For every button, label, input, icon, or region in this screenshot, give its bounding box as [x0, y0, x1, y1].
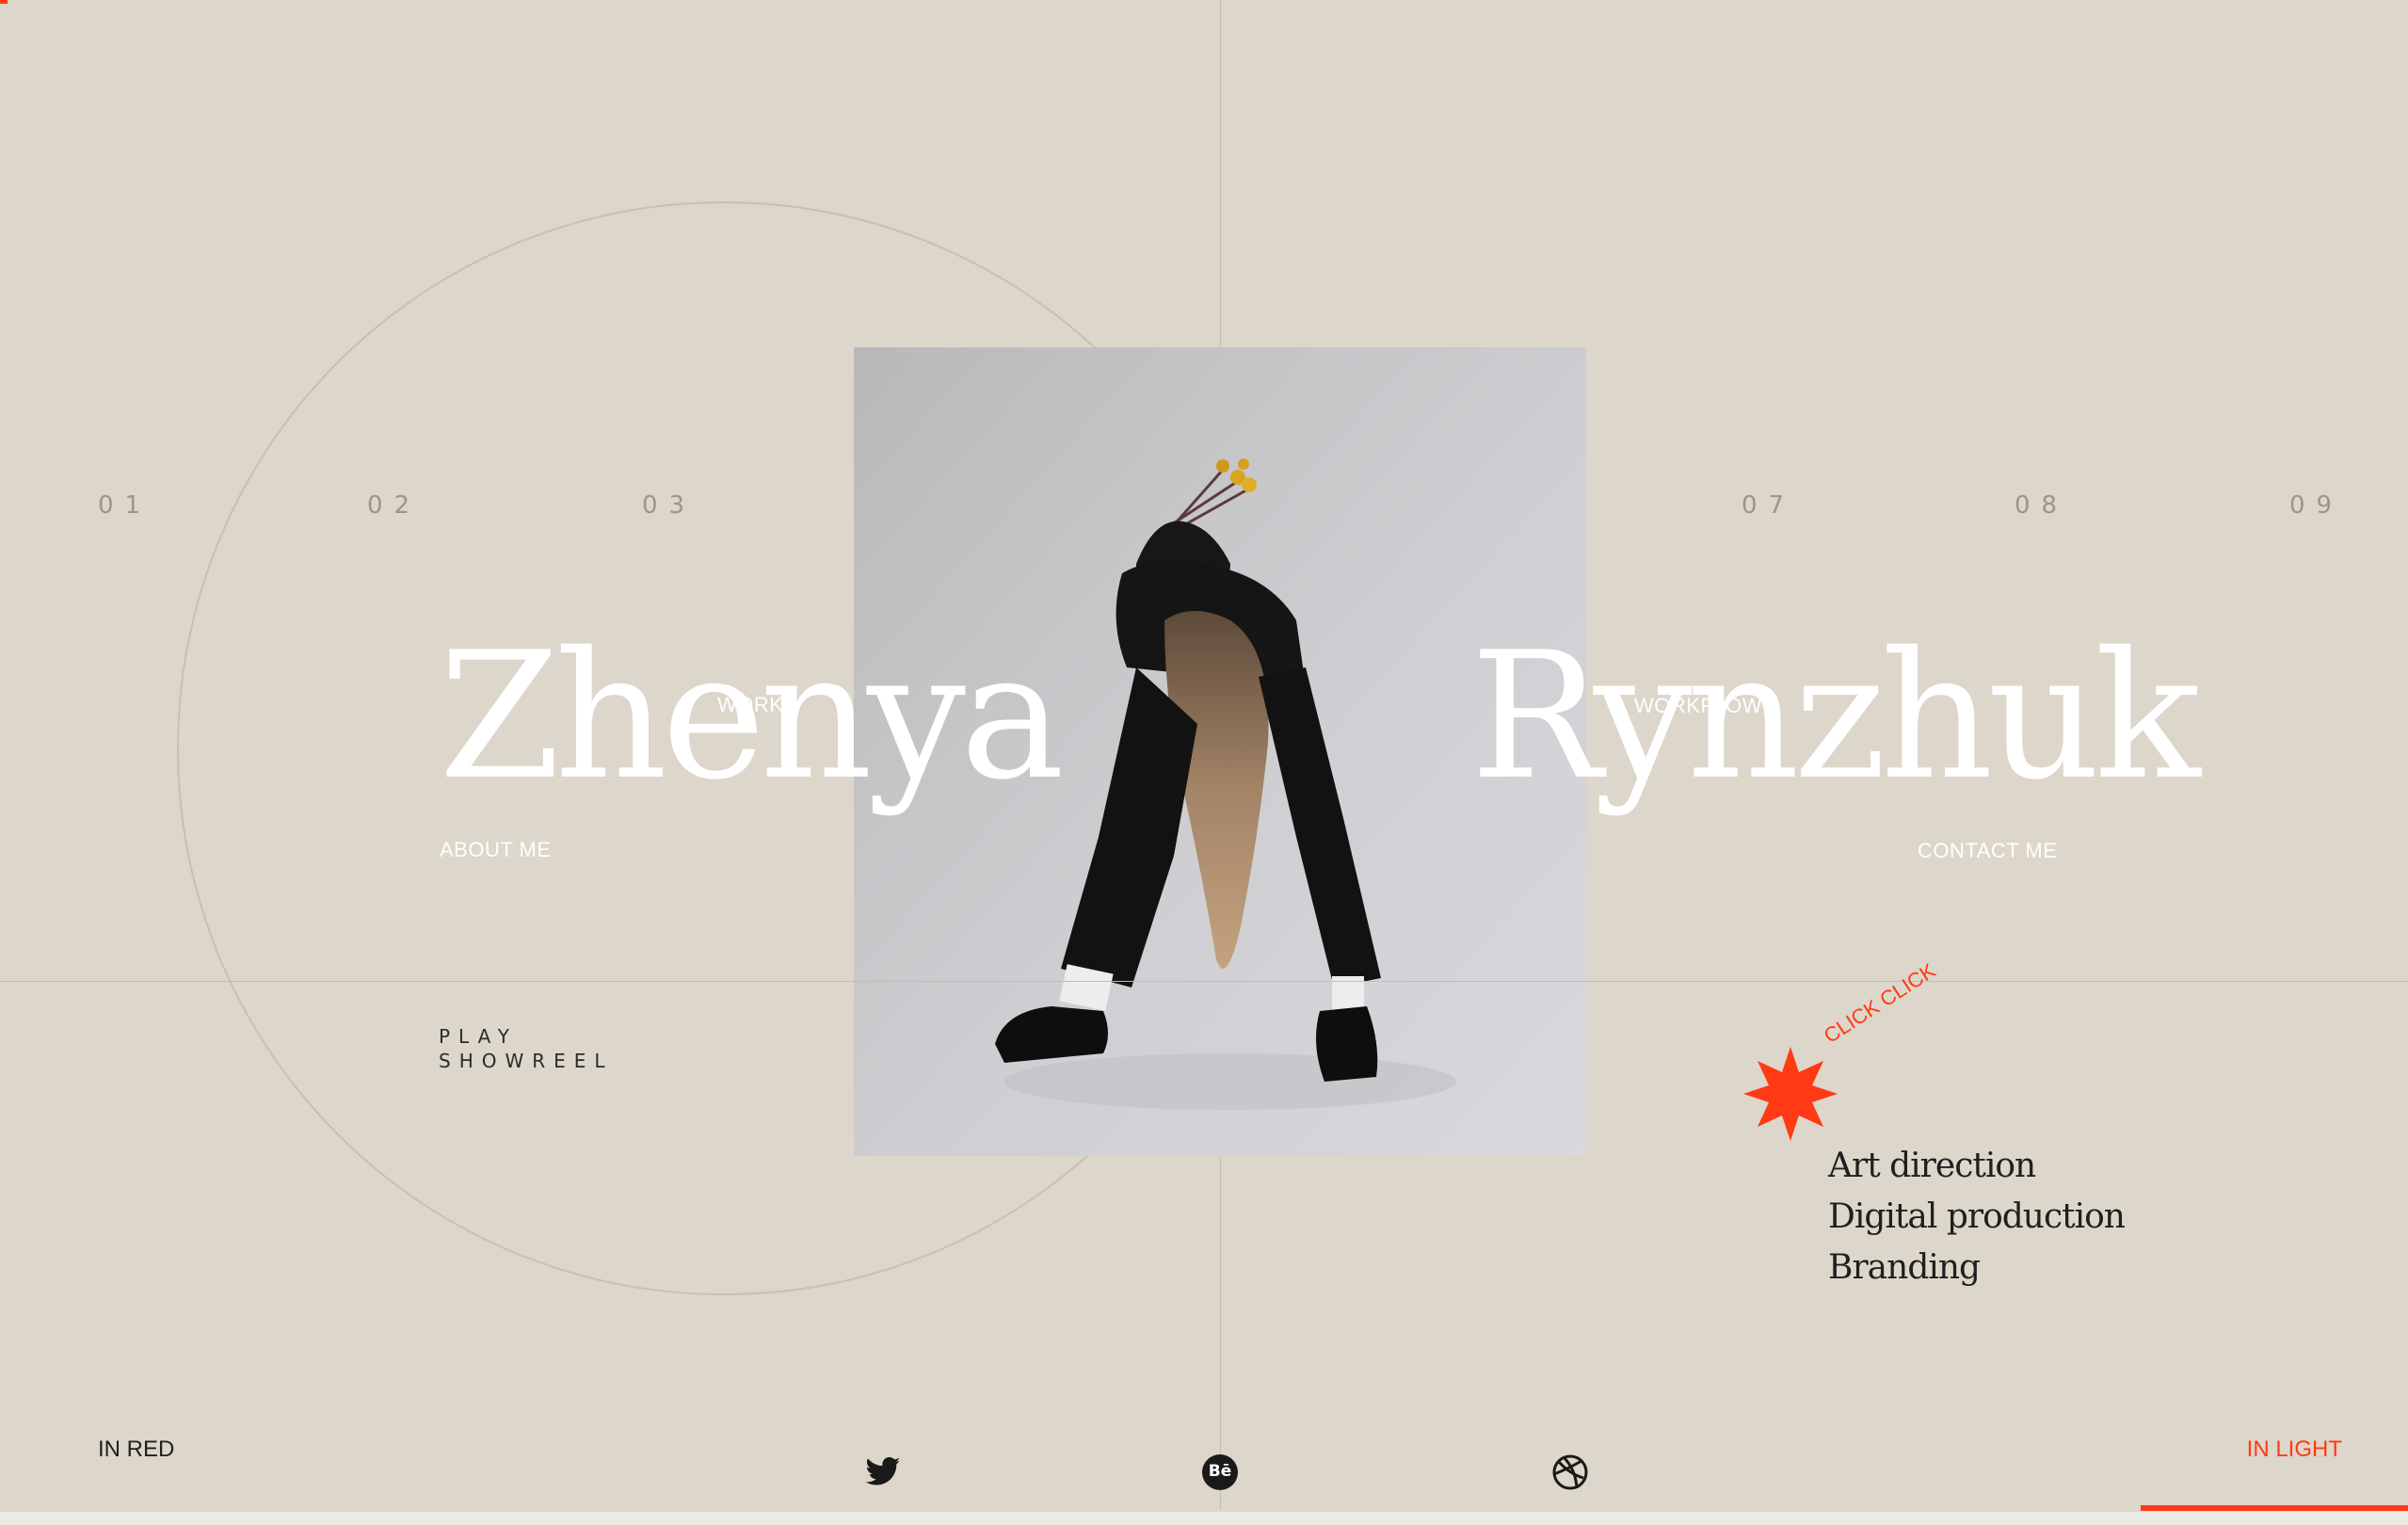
- click-click-label[interactable]: CLICK CLICK: [1820, 958, 1940, 1049]
- behance-icon[interactable]: Bē: [1201, 1453, 1239, 1491]
- nav-number-08[interactable]: 08: [2015, 491, 2068, 520]
- horizontal-divider: [0, 981, 2408, 982]
- contact-me-link[interactable]: CONTACT ME: [1918, 839, 2057, 863]
- workflow-link[interactable]: WORKFLOW: [1634, 694, 1762, 718]
- work-link[interactable]: WORK: [717, 693, 783, 717]
- nav-number-09[interactable]: 09: [2289, 491, 2343, 520]
- services-list: Art direction Digital production Brandin…: [1828, 1141, 2126, 1293]
- top-accent-bar: [0, 0, 8, 4]
- hero-last-name: Rynzhuk: [1470, 614, 2201, 818]
- twitter-icon[interactable]: [864, 1453, 902, 1491]
- bottom-scroll-track: [0, 1512, 2408, 1525]
- service-item: Branding: [1828, 1248, 1981, 1287]
- service-item: Digital production: [1828, 1197, 2126, 1236]
- bottom-progress-indicator: [2141, 1505, 2408, 1511]
- play-showreel-line2: SHOWREEL: [439, 1050, 614, 1072]
- nav-number-01[interactable]: 01: [98, 491, 152, 520]
- in-light-theme-toggle[interactable]: IN LIGHT: [2247, 1437, 2342, 1463]
- nav-number-07[interactable]: 07: [1742, 491, 1795, 520]
- play-showreel-line1: PLAY: [439, 1025, 519, 1048]
- play-showreel-button[interactable]: PLAY SHOWREEL: [439, 1024, 614, 1073]
- behance-icon-text: Bē: [1208, 1462, 1232, 1481]
- nav-number-03[interactable]: 03: [642, 491, 696, 520]
- about-me-link[interactable]: ABOUT ME: [440, 838, 552, 862]
- dribbble-icon[interactable]: [1551, 1453, 1589, 1491]
- service-item: Art direction: [1828, 1147, 2036, 1185]
- star-burst-icon[interactable]: [1742, 1045, 1839, 1148]
- in-red-theme-toggle[interactable]: IN RED: [98, 1437, 174, 1463]
- nav-number-02[interactable]: 02: [367, 491, 421, 520]
